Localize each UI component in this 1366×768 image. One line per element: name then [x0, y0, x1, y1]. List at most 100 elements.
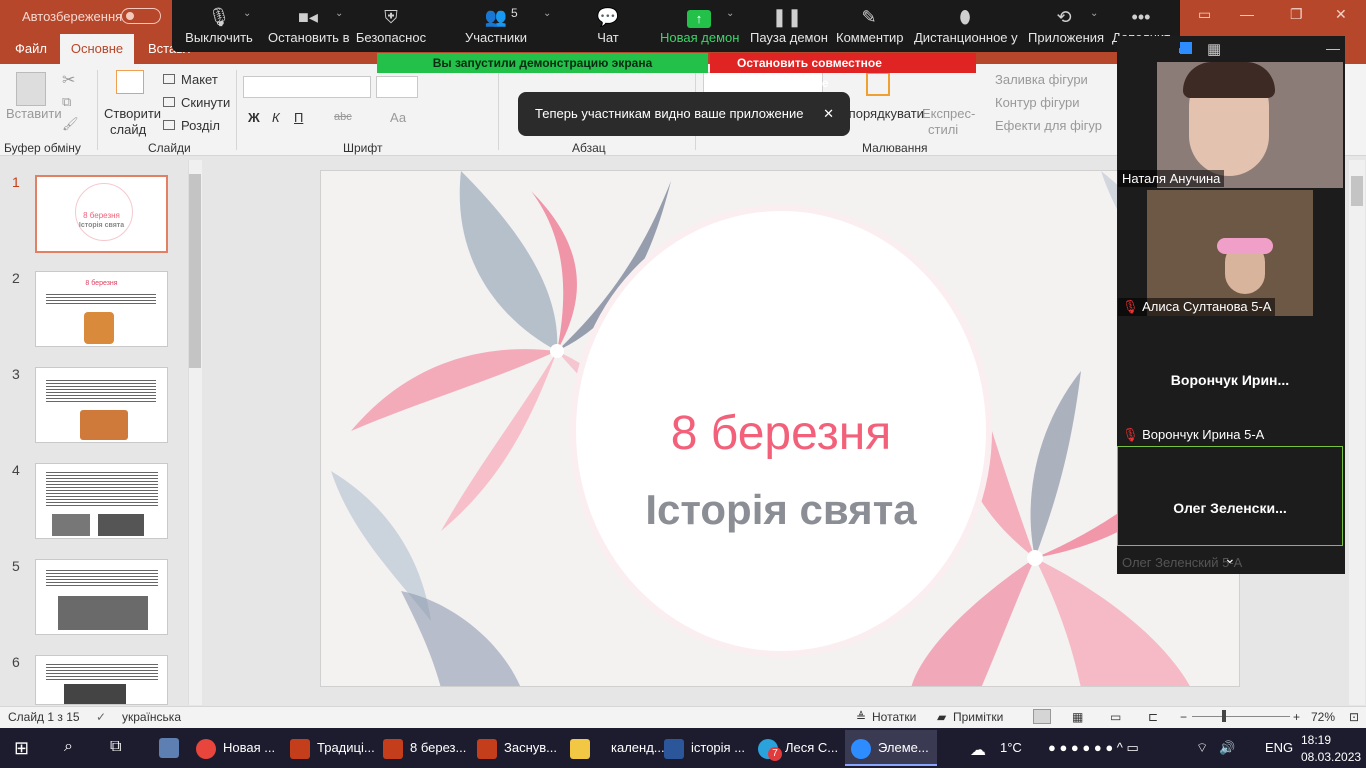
slide-sorter-icon[interactable]: ▦ — [1072, 710, 1083, 724]
taskbar-app-powerpoint-3[interactable]: Заснув... — [477, 730, 557, 766]
font-family-select[interactable] — [243, 76, 371, 98]
gallery-view-icon[interactable] — [1180, 42, 1192, 54]
stop-sharing-button[interactable]: Остановить совместное использование — [710, 53, 976, 90]
taskbar-app-chrome[interactable]: Новая ... — [196, 730, 275, 766]
annotate-button[interactable]: ✎ Комментир — [836, 0, 904, 52]
quick-styles-button[interactable]: Експрес- — [922, 106, 975, 121]
italic-button[interactable]: К — [272, 110, 280, 125]
zoom-out-icon[interactable]: − — [1180, 710, 1187, 724]
fit-to-window-icon[interactable]: ⊡ — [1349, 710, 1359, 724]
arrange-icon[interactable] — [866, 72, 890, 96]
participant-placeholder-name: Олег Зеленски... — [1173, 500, 1287, 516]
tray-icons[interactable]: ● ● ● ● ● ● ^ ▭ — [1048, 740, 1139, 756]
taskbar-app-zoom[interactable]: Элеме... — [845, 730, 937, 766]
taskbar-app-powerpoint-1[interactable]: Традиці... — [290, 730, 375, 766]
comments-button[interactable]: Примітки — [953, 710, 1003, 724]
thumbnail-number: 4 — [12, 462, 20, 478]
shape-outline-button[interactable]: Контур фігури — [995, 95, 1079, 110]
clock-date[interactable]: 08.03.2023 — [1301, 750, 1361, 764]
slide-canvas[interactable]: 8 березня Історія свята — [320, 170, 1240, 687]
thumbnail-slide-1[interactable]: 8 березня Історія свята — [35, 175, 168, 253]
weather-icon[interactable]: ☁ — [970, 740, 986, 760]
language-indicator[interactable]: українська — [122, 710, 181, 724]
input-language[interactable]: ENG — [1265, 740, 1293, 755]
strike-button[interactable]: abc — [334, 111, 352, 123]
normal-view-icon[interactable] — [1033, 709, 1051, 724]
shape-effects-button[interactable]: Ефекти для фігур — [995, 118, 1102, 133]
restore-icon[interactable]: ▭ — [1198, 6, 1211, 23]
group-clipboard-label: Буфер обміну — [4, 141, 81, 155]
toast-message: Теперь участникам видно ваше приложение — [535, 106, 804, 121]
thumbnails-scroll-thumb[interactable] — [189, 174, 201, 368]
paste-button[interactable]: Вставити — [6, 106, 62, 121]
weather-temp[interactable]: 1°C — [1000, 740, 1022, 755]
task-view-icon[interactable]: ⧉ — [110, 738, 121, 756]
bold-button[interactable]: Ж — [248, 110, 260, 125]
new-slide-icon[interactable] — [116, 70, 144, 94]
remote-control-button[interactable]: ⬮ Дистанционное у — [914, 0, 1018, 52]
new-slide-button-line2[interactable]: слайд — [110, 122, 146, 137]
volume-icon[interactable]: 🔊 — [1219, 740, 1235, 756]
zoom-slider-thumb[interactable] — [1222, 710, 1226, 722]
close-icon[interactable]: ✕ — [823, 92, 834, 136]
arrange-button[interactable]: Упорядкувати — [841, 106, 924, 121]
chevron-down-icon[interactable]: ⌄ — [543, 8, 551, 19]
network-icon[interactable]: ⌔ — [1196, 740, 1208, 756]
notes-button[interactable]: Нотатки — [872, 710, 916, 724]
participants-button[interactable]: 👥 Участники — [460, 0, 532, 52]
layout-button[interactable]: Макет — [181, 72, 218, 87]
tab-file[interactable]: Файл — [15, 41, 47, 56]
cut-icon[interactable]: ✂ — [62, 70, 75, 90]
thumbnail-slide-6[interactable] — [35, 655, 168, 705]
chevron-down-icon[interactable]: ⌄ — [243, 8, 251, 19]
chevron-down-icon[interactable]: ⌄ — [1090, 8, 1098, 19]
copy-icon[interactable]: ⧉ — [62, 94, 71, 110]
taskbar-app-folder[interactable]: календ... — [570, 730, 665, 766]
slide-subtitle[interactable]: Історія свята — [321, 486, 1239, 534]
clock-time[interactable]: 18:19 — [1301, 733, 1331, 747]
thumbnail-slide-5[interactable] — [35, 559, 168, 635]
divider — [498, 70, 499, 150]
calculator-icon[interactable] — [159, 738, 179, 758]
autosave-toggle[interactable] — [121, 8, 161, 24]
maximize-icon[interactable]: ❐ — [1290, 6, 1303, 23]
zoom-slider[interactable] — [1192, 716, 1290, 717]
security-button[interactable]: ⛨ Безопаснос — [355, 0, 427, 52]
reset-button[interactable]: Скинути — [181, 95, 230, 110]
spellcheck-icon[interactable]: ✓ — [96, 710, 106, 724]
thumbnail-slide-3[interactable] — [35, 367, 168, 443]
active-speaker-frame — [1117, 446, 1343, 546]
new-slide-button[interactable]: Створити — [104, 106, 161, 121]
zoom-in-icon[interactable]: + — [1293, 710, 1300, 724]
thumbnail-slide-4[interactable] — [35, 463, 168, 539]
slideshow-icon[interactable]: ⊏ — [1148, 710, 1158, 724]
font-size-select[interactable] — [376, 76, 418, 98]
grid-icon[interactable]: ▦ — [1207, 40, 1221, 58]
paste-icon[interactable] — [16, 72, 46, 106]
chevron-down-icon[interactable]: ⌄ — [335, 8, 343, 19]
chat-button[interactable]: 💬 Чат — [588, 0, 628, 52]
section-button[interactable]: Розділ — [181, 118, 220, 133]
slide-scroll-thumb[interactable] — [1351, 176, 1363, 206]
thumbnail-slide-2[interactable]: 8 березня — [35, 271, 168, 347]
chevron-down-icon[interactable]: ⌄ — [726, 8, 734, 19]
search-icon[interactable]: ⌕ — [64, 738, 73, 756]
minimize-icon[interactable]: — — [1240, 6, 1254, 22]
zoom-level[interactable]: 72% — [1311, 710, 1335, 724]
shape-fill-button[interactable]: Заливка фігури — [995, 72, 1088, 87]
pause-share-button[interactable]: ❚❚ Пауза демон — [750, 0, 828, 52]
slide-scrollbar[interactable] — [1349, 160, 1365, 705]
taskbar-app-powerpoint-2[interactable]: 8 берез... — [383, 730, 466, 766]
windows-start-icon[interactable]: ⊞ — [14, 738, 29, 759]
underline-button[interactable]: П — [294, 110, 303, 125]
chevron-down-icon[interactable]: ⌄ — [1224, 550, 1236, 567]
slide-title[interactable]: 8 березня — [321, 406, 1239, 461]
taskbar-app-word[interactable]: історія ... — [664, 730, 745, 766]
format-painter-icon[interactable]: 🖌 — [62, 116, 79, 132]
quick-styles-button-line2[interactable]: стилі — [928, 122, 958, 137]
reading-view-icon[interactable]: ▭ — [1110, 710, 1121, 724]
change-case-button[interactable]: Аа — [390, 110, 406, 125]
tab-home[interactable]: Основне — [60, 34, 134, 64]
close-icon[interactable]: ✕ — [1335, 6, 1347, 23]
minimize-panel-icon[interactable]: — — [1326, 40, 1340, 56]
